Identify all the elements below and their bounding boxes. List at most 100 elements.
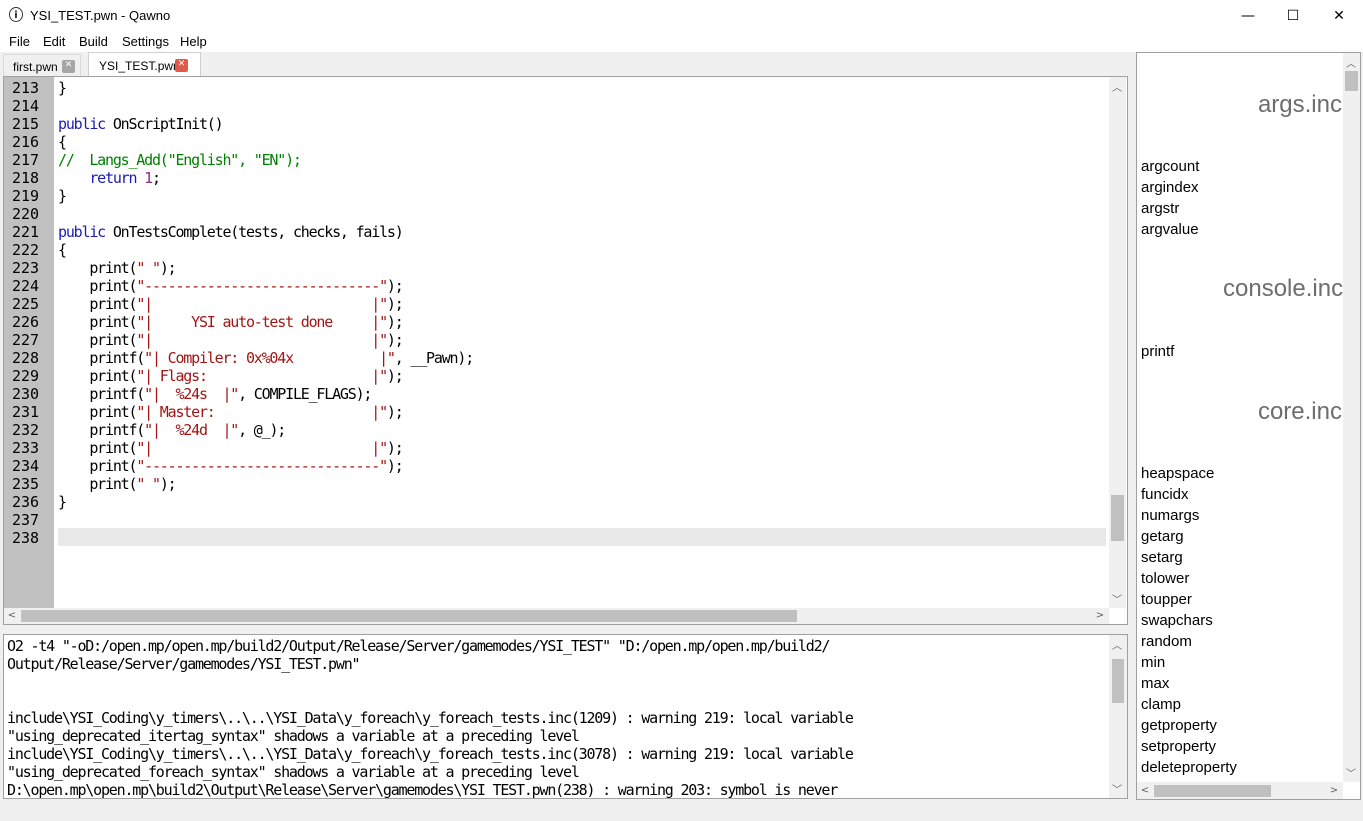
function-item[interactable]: setarg [1141, 549, 1183, 566]
line-number: 216 [12, 133, 40, 151]
current-line-highlight [58, 528, 1106, 546]
function-item[interactable]: deleteproperty [1141, 759, 1237, 776]
line-number: 233 [12, 439, 40, 457]
code-line[interactable]: print("------------------------------"); [58, 277, 403, 295]
sidebar-vertical-scrollbar[interactable]: ︿ ﹀ [1343, 53, 1360, 782]
menu-settings[interactable]: Settings [122, 34, 169, 49]
tab-close-icon[interactable]: ✕ [175, 59, 188, 72]
output-line: "using_deprecated_itertag_syntax" shadow… [7, 727, 580, 745]
function-item[interactable]: printf [1141, 343, 1174, 360]
code-line[interactable]: } [58, 79, 67, 97]
code-line[interactable]: public OnScriptInit() [58, 115, 224, 133]
scrollbar-thumb[interactable] [1154, 785, 1271, 797]
include-header-core: core.inc [1257, 398, 1342, 425]
line-number: 236 [12, 493, 40, 511]
code-line[interactable]: { [58, 133, 67, 151]
scroll-up-icon[interactable]: ︿ [1343, 55, 1359, 70]
line-number: 227 [12, 331, 40, 349]
line-number: 230 [12, 385, 40, 403]
scroll-up-icon[interactable]: ︿ [1109, 637, 1125, 652]
scroll-left-icon[interactable]: < [4, 610, 20, 621]
function-item[interactable]: tolower [1141, 570, 1189, 587]
line-number: 219 [12, 187, 40, 205]
function-item[interactable]: numargs [1141, 507, 1199, 524]
code-line[interactable]: printf("| %24s |", COMPILE_FLAGS); [58, 385, 372, 403]
qawno-app-icon: i [9, 7, 23, 22]
code-line[interactable]: } [58, 187, 67, 205]
scroll-up-icon[interactable]: ︿ [1109, 79, 1125, 94]
code-line[interactable]: printf("| Compiler: 0x%04x |", __Pawn); [58, 349, 474, 367]
include-header-args: args.inc [1257, 91, 1342, 118]
line-number: 220 [12, 205, 40, 223]
function-item[interactable]: setproperty [1141, 738, 1216, 755]
function-item[interactable]: max [1141, 675, 1169, 692]
line-number: 214 [12, 97, 40, 115]
output-vertical-scrollbar[interactable]: ︿ ﹀ [1109, 635, 1127, 798]
code-line[interactable]: print("| Flags: |"); [58, 367, 403, 385]
function-item[interactable]: argcount [1141, 158, 1199, 175]
line-number: 237 [12, 511, 40, 529]
close-button[interactable]: ✕ [1316, 0, 1362, 31]
function-item[interactable]: min [1141, 654, 1165, 671]
function-item[interactable]: toupper [1141, 591, 1192, 608]
menu-edit[interactable]: Edit [43, 34, 65, 49]
code-line[interactable]: return 1; [58, 169, 161, 187]
scroll-down-icon[interactable]: ﹀ [1109, 781, 1125, 796]
code-editor[interactable]: 213 214 215 216 217 218 219 220 221 222 … [3, 76, 1128, 625]
menu-help[interactable]: Help [180, 34, 207, 49]
scrollbar-thumb[interactable] [1111, 495, 1124, 541]
tab-first-pwn[interactable]: first.pwn ✕ [3, 54, 81, 76]
code-line[interactable]: print("| |"); [58, 295, 403, 313]
code-line[interactable]: printf("| %24d |", @_); [58, 421, 286, 439]
code-line[interactable]: print("| |"); [58, 331, 403, 349]
editor-horizontal-scrollbar[interactable]: < > [4, 608, 1109, 624]
minimize-button[interactable]: — [1225, 0, 1271, 31]
window-title: YSI_TEST.pwn - Qawno [30, 8, 171, 23]
function-item[interactable]: argvalue [1141, 221, 1199, 238]
line-number: 218 [12, 169, 40, 187]
scrollbar-thumb[interactable] [1112, 659, 1124, 703]
tab-close-icon[interactable]: ✕ [62, 60, 75, 73]
code-line[interactable]: print(" "); [58, 475, 176, 493]
scrollbar-thumb[interactable] [21, 610, 797, 622]
editor-vertical-scrollbar[interactable]: ︿ ﹀ [1109, 77, 1126, 608]
scroll-right-icon[interactable]: > [1092, 610, 1108, 621]
scroll-left-icon[interactable]: < [1137, 785, 1153, 796]
scroll-down-icon[interactable]: ﹀ [1343, 765, 1359, 780]
output-line: Output/Release/Server/gamemodes/YSI_TEST… [7, 655, 361, 673]
output-line: include\YSI_Coding\y_timers\..\..\YSI_Da… [7, 709, 854, 727]
function-item[interactable]: funcidx [1141, 486, 1189, 503]
menu-build[interactable]: Build [79, 34, 108, 49]
sidebar-horizontal-scrollbar[interactable]: < > [1137, 782, 1343, 799]
include-header-console: console.inc [1223, 275, 1344, 302]
line-number: 217 [12, 151, 40, 169]
menu-bar: File Edit Build Settings Help [0, 31, 1363, 52]
function-item[interactable]: argindex [1141, 179, 1199, 196]
code-line[interactable]: print("------------------------------"); [58, 457, 403, 475]
scroll-down-icon[interactable]: ﹀ [1109, 591, 1125, 606]
function-item[interactable]: getarg [1141, 528, 1184, 545]
function-item[interactable]: random [1141, 633, 1192, 650]
tab-label: first.pwn [13, 60, 58, 74]
code-line[interactable]: print(" "); [58, 259, 176, 277]
function-item[interactable]: argstr [1141, 200, 1179, 217]
compiler-output-panel[interactable]: O2 -t4 "-oD:/open.mp/open.mp/build2/Outp… [3, 634, 1128, 799]
scrollbar-thumb[interactable] [1345, 71, 1358, 91]
code-line[interactable]: // Langs_Add("English", "EN"); [58, 151, 302, 169]
function-item[interactable]: getproperty [1141, 717, 1217, 734]
function-list-panel[interactable]: args.inc argcount argindex argstr argval… [1136, 52, 1361, 800]
code-line[interactable]: } [58, 493, 67, 511]
line-number-gutter: 213 214 215 216 217 218 219 220 221 222 … [4, 77, 54, 608]
scroll-right-icon[interactable]: > [1326, 785, 1342, 796]
code-line[interactable]: print("| |"); [58, 439, 403, 457]
code-line[interactable]: public OnTestsComplete(tests, checks, fa… [58, 223, 404, 241]
maximize-button[interactable]: ☐ [1270, 0, 1316, 31]
function-item[interactable]: heapspace [1141, 465, 1214, 482]
code-line[interactable]: print("| Master: |"); [58, 403, 403, 421]
code-line[interactable]: print("| YSI auto-test done |"); [58, 313, 403, 331]
tab-ysi-test-pwn[interactable]: YSI_TEST.pwn ✕ [88, 52, 201, 76]
function-item[interactable]: clamp [1141, 696, 1181, 713]
menu-file[interactable]: File [9, 34, 30, 49]
function-item[interactable]: swapchars [1141, 612, 1213, 629]
code-line[interactable]: { [58, 241, 67, 259]
